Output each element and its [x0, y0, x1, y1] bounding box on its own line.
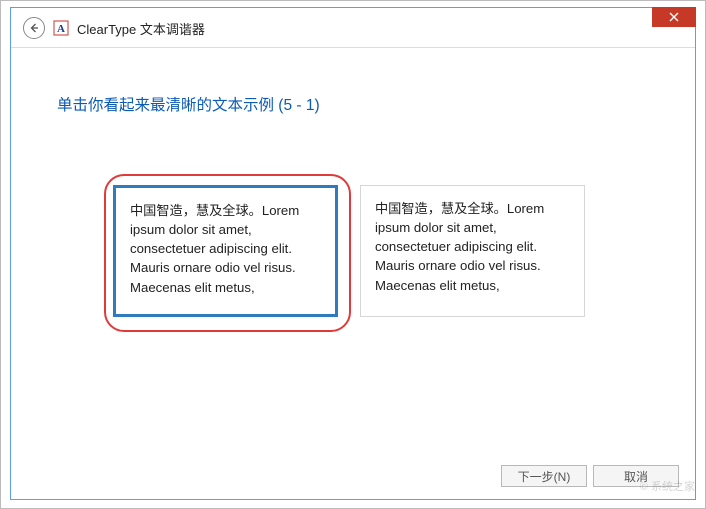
screenshot-frame: A ClearType 文本调谐器 单击你看起来最清晰的文本示例 (5 - 1)… [0, 0, 706, 509]
cancel-button[interactable]: 取消 [593, 465, 679, 487]
cleartype-tuner-window: A ClearType 文本调谐器 单击你看起来最清晰的文本示例 (5 - 1)… [10, 7, 696, 500]
sample-text: 中国智造，慧及全球。Lorem ipsum dolor sit amet, co… [130, 203, 299, 295]
cleartype-app-icon: A [53, 20, 69, 36]
close-button[interactable] [652, 7, 696, 27]
next-button[interactable]: 下一步(N) [501, 465, 587, 487]
back-arrow-icon [28, 22, 40, 34]
close-icon [669, 12, 679, 22]
instruction-text: 单击你看起来最清晰的文本示例 (5 - 1) [57, 93, 649, 115]
titlebar: A ClearType 文本调谐器 [11, 8, 695, 48]
back-button[interactable] [23, 17, 45, 39]
text-sample-2[interactable]: 中国智造，慧及全球。Lorem ipsum dolor sit amet, co… [360, 185, 585, 317]
window-title: ClearType 文本调谐器 [77, 19, 205, 38]
sample-text: 中国智造，慧及全球。Lorem ipsum dolor sit amet, co… [375, 201, 544, 293]
content-area: 单击你看起来最清晰的文本示例 (5 - 1) 中国智造，慧及全球。Lorem i… [11, 48, 695, 317]
wizard-footer: 下一步(N) 取消 [501, 465, 679, 487]
svg-text:A: A [57, 23, 65, 35]
sample-grid: 中国智造，慧及全球。Lorem ipsum dolor sit amet, co… [57, 185, 649, 317]
text-sample-1[interactable]: 中国智造，慧及全球。Lorem ipsum dolor sit amet, co… [113, 185, 338, 317]
